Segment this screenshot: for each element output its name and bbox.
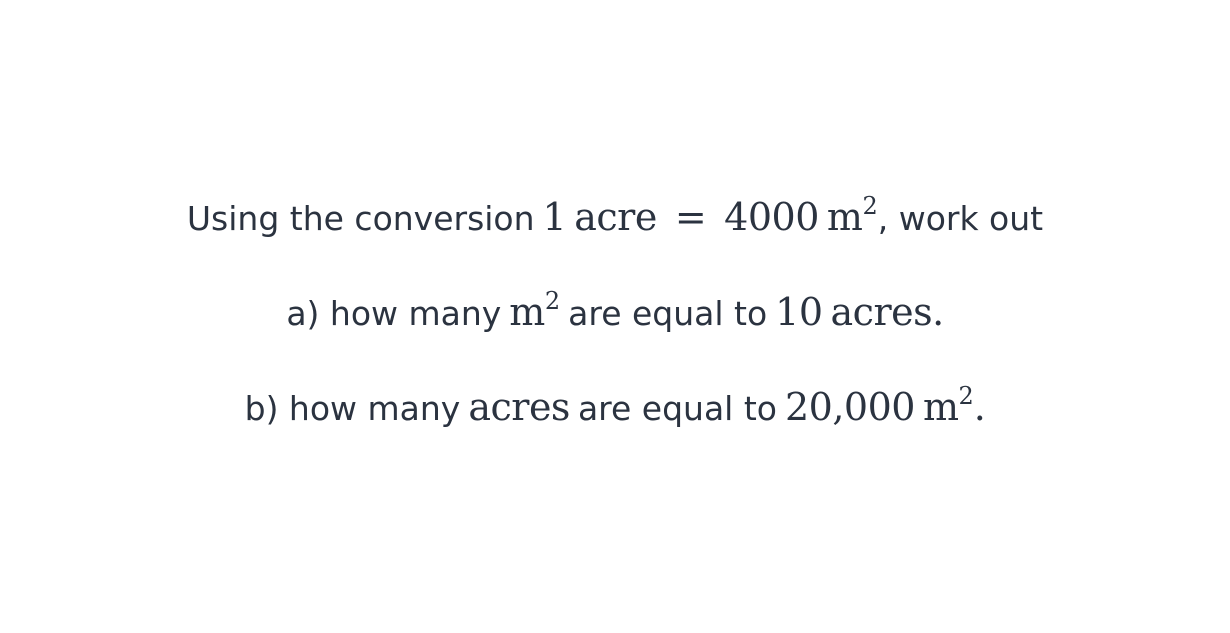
part-b-math-unit: m [922, 385, 959, 429]
part-b-text-middle: are equal to [577, 389, 777, 428]
part-b-text-before: b) how many [244, 389, 461, 428]
intro-math-unit: m [826, 195, 863, 239]
intro-math-exponent: 2 [862, 192, 878, 220]
part-a-math-unit-word: acres. [830, 290, 945, 334]
intro-math-acre: acre [574, 195, 657, 239]
intro-math-one: 1 [542, 195, 567, 239]
part-b-text-after: . [973, 385, 986, 429]
part-b-math-exponent: 2 [958, 382, 974, 410]
part-b-math-value: 20,000 [784, 385, 915, 429]
question-part-b-line: b) how many acres are equal to 20,000 m2. [0, 382, 1230, 432]
intro-text-before: Using the conversion [186, 199, 535, 238]
part-a-math-unit: m [509, 290, 545, 334]
part-a-text-before: a) how many [286, 294, 502, 333]
intro-text-after: , work out [877, 199, 1044, 238]
question-intro-line: Using the conversion 1 acre = 4000 m2, work o… [0, 192, 1230, 242]
question-part-a-line: a) how many m2 are equal to 10 acres. [0, 287, 1230, 337]
intro-math-equals: = [674, 195, 707, 239]
intro-math-value: 4000 [724, 195, 819, 239]
part-a-text-middle: are equal to [568, 294, 768, 333]
part-b-math-unit-word: acres [468, 385, 570, 429]
part-a-math-value: 10 [775, 290, 823, 334]
part-a-math-exponent: 2 [544, 287, 561, 315]
question-sheet: Using the conversion 1 acre = 4000 m2, work o… [0, 0, 1230, 633]
